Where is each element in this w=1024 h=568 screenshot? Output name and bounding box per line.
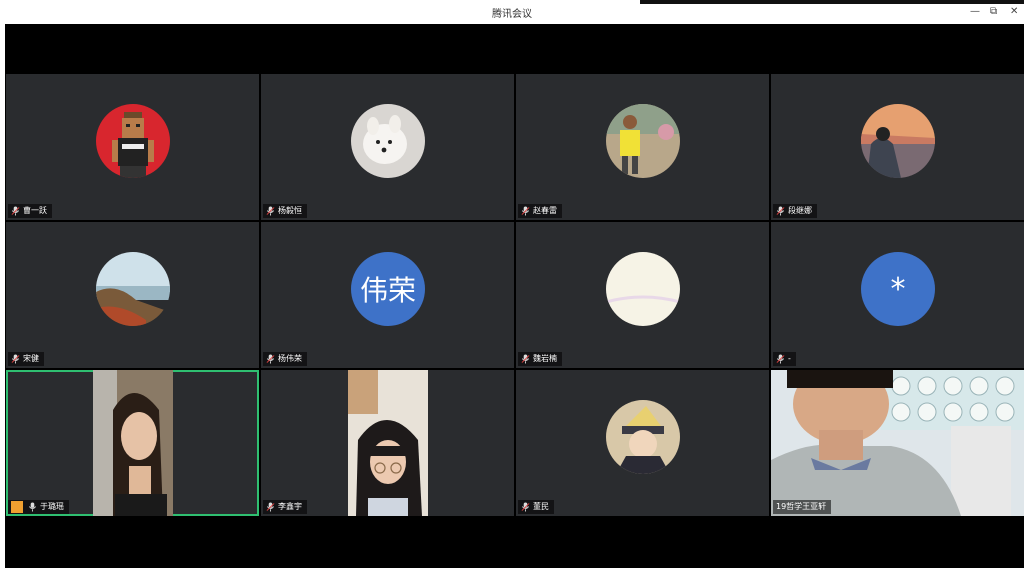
participant-name: 宋健 <box>23 354 39 363</box>
mic-icon <box>521 502 530 512</box>
sunset-avatar <box>861 104 935 178</box>
participant-name: 魏岩楠 <box>533 354 557 363</box>
mic-icon <box>266 502 275 512</box>
participant-tile[interactable]: * - <box>771 222 1024 368</box>
participant-label: 宋健 <box>8 352 44 366</box>
dog-avatar <box>351 104 425 178</box>
participant-label: 杨毅恒 <box>263 204 307 218</box>
mic-icon <box>776 206 785 216</box>
participant-name: 19哲学王亚轩 <box>776 502 827 511</box>
mic-icon <box>266 354 275 364</box>
participant-tile[interactable]: 赵春雷 <box>516 74 769 220</box>
title-bar-edge <box>640 0 1024 4</box>
window-title: 腾讯会议 <box>492 9 532 20</box>
person-avatar <box>606 104 680 178</box>
mic-icon <box>521 354 530 364</box>
participant-label: 赵春雷 <box>518 204 562 218</box>
participant-name: 李鑫宇 <box>278 502 302 511</box>
participant-label: 曹一跃 <box>8 204 52 218</box>
participant-name: - <box>788 354 791 363</box>
host-icon <box>11 501 23 513</box>
title-bar: 腾讯会议 — ⧉ ✕ <box>0 0 1024 24</box>
participant-label: 董民 <box>518 500 554 514</box>
participant-tile[interactable]: 曹一跃 <box>6 74 259 220</box>
participant-name: 赵春雷 <box>533 206 557 215</box>
participant-grid: 曹一跃 杨毅恒 赵春雷 段继娜 宋健 伟荣 杨伟荣 魏岩楠 * - 于璐瑶 李鑫… <box>6 74 1024 516</box>
lego-avatar <box>96 104 170 178</box>
initials-avatar: 伟荣 <box>351 252 425 326</box>
mic-icon <box>521 206 530 216</box>
participant-tile-active[interactable]: 于璐瑶 <box>6 370 259 516</box>
blank-avatar <box>606 252 680 326</box>
close-button[interactable]: ✕ <box>1010 6 1018 18</box>
participant-name: 杨毅恒 <box>278 206 302 215</box>
participant-name: 杨伟荣 <box>278 354 302 363</box>
mic-icon <box>776 354 785 364</box>
participant-tile[interactable]: 伟荣 杨伟荣 <box>261 222 514 368</box>
participant-tile[interactable]: 宋健 <box>6 222 259 368</box>
participant-label: 段继娜 <box>773 204 817 218</box>
participant-tile[interactable]: 李鑫宇 <box>261 370 514 516</box>
participant-tile[interactable]: 魏岩楠 <box>516 222 769 368</box>
video-feed <box>93 370 173 516</box>
minimize-button[interactable]: — <box>970 6 980 18</box>
participant-tile[interactable]: 段继娜 <box>771 74 1024 220</box>
participant-label: - <box>773 352 796 366</box>
participant-label: 魏岩楠 <box>518 352 562 366</box>
participant-tile[interactable]: 杨毅恒 <box>261 74 514 220</box>
participant-tile[interactable]: 19哲学王亚轩 <box>771 370 1024 516</box>
participant-label: 杨伟荣 <box>263 352 307 366</box>
participant-name: 段继娜 <box>788 206 812 215</box>
video-feed <box>348 370 428 516</box>
participant-tile[interactable]: 董民 <box>516 370 769 516</box>
mic-active-icon <box>28 502 37 512</box>
mic-icon <box>11 354 20 364</box>
mic-icon <box>266 206 275 216</box>
participant-name: 董民 <box>533 502 549 511</box>
video-feed <box>771 370 1024 516</box>
placeholder-avatar: * <box>861 252 935 326</box>
anime-avatar <box>606 400 680 474</box>
mic-icon <box>11 206 20 216</box>
restore-button[interactable]: ⧉ <box>990 6 997 18</box>
participant-label: 于璐瑶 <box>8 500 69 514</box>
participant-label: 19哲学王亚轩 <box>773 500 832 514</box>
landscape-avatar <box>96 252 170 326</box>
participant-name: 曹一跃 <box>23 206 47 215</box>
participant-name: 于璐瑶 <box>40 502 64 511</box>
participant-label: 李鑫宇 <box>263 500 307 514</box>
